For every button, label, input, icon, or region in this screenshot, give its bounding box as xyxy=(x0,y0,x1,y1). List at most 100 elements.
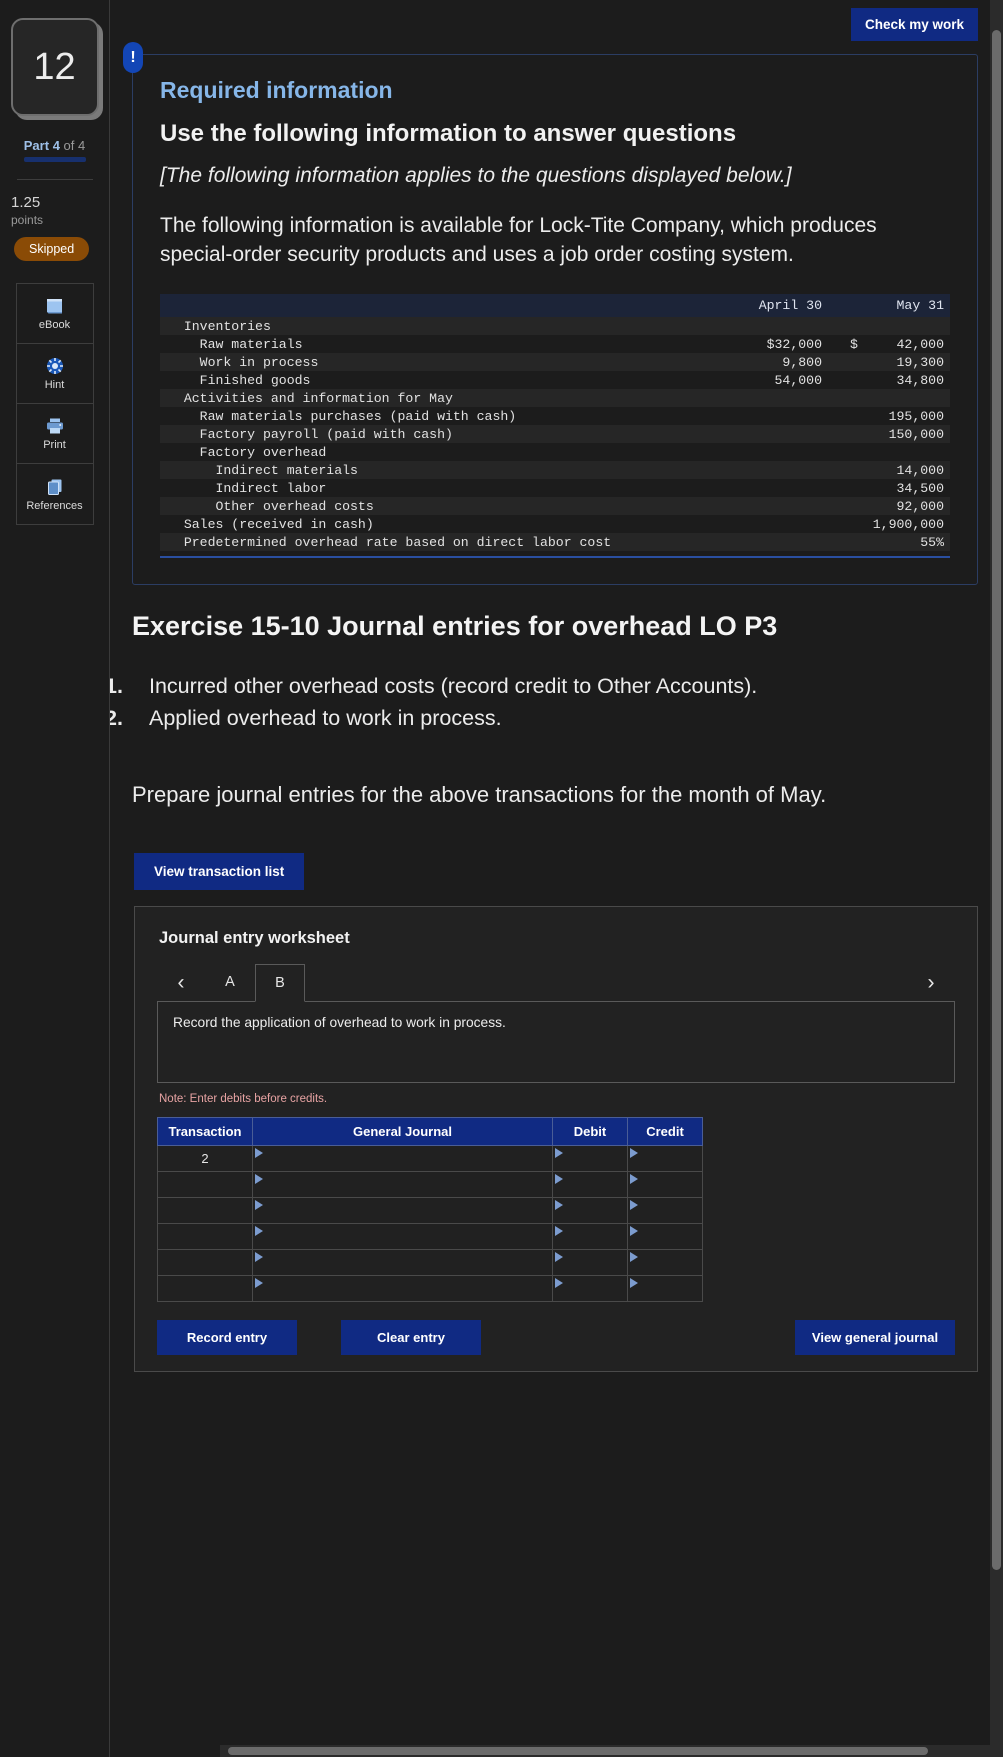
horizontal-scrollbar[interactable] xyxy=(220,1745,990,1757)
ebook-icon xyxy=(45,296,65,316)
financial-row-may-currency xyxy=(844,371,866,389)
financial-table-header-row: April 30 May 31 xyxy=(160,294,950,318)
journal-cell-transaction[interactable] xyxy=(157,1222,253,1250)
journal-cell-debit[interactable] xyxy=(552,1170,628,1198)
sidebar-item-hint[interactable]: Hint xyxy=(16,344,93,404)
journal-cell-debit[interactable] xyxy=(552,1144,628,1172)
view-general-journal-button[interactable]: View general journal xyxy=(795,1319,955,1355)
financial-table-row: Raw materials $32,000 $42,000 xyxy=(160,335,950,353)
vertical-scrollbar[interactable] xyxy=(990,0,1003,1757)
view-transaction-list-button[interactable]: View transaction list xyxy=(134,852,305,890)
financial-row-label: Finished goods xyxy=(168,372,311,388)
journal-cell-general-journal[interactable] xyxy=(252,1144,553,1172)
sidebar-item-references[interactable]: References xyxy=(17,464,93,524)
financial-row-april-currency xyxy=(722,389,744,408)
worksheet-tab-b[interactable]: B xyxy=(255,963,305,1002)
journal-cell-debit[interactable] xyxy=(552,1274,628,1302)
check-my-work-bar: Check my work xyxy=(110,0,1003,41)
financial-row-may-currency xyxy=(844,533,866,552)
financial-row-april-currency xyxy=(722,335,744,353)
journal-cell-general-journal[interactable] xyxy=(252,1196,553,1224)
financial-table-row: Activities and information for May xyxy=(160,389,950,408)
table-row xyxy=(157,1222,703,1250)
question-number-box: 12 xyxy=(10,18,99,116)
alert-exclamation-icon: ! xyxy=(123,42,143,73)
part-progress-bar xyxy=(23,157,86,162)
journal-cell-credit[interactable] xyxy=(627,1170,703,1198)
journal-header-row: Transaction General Journal Debit Credit xyxy=(157,1116,703,1146)
financial-row-label: Indirect labor xyxy=(168,480,327,496)
journal-col-transaction: Transaction xyxy=(157,1116,253,1146)
exercise-list-text: Incurred other overhead costs (record cr… xyxy=(149,673,758,698)
financial-row-label: Raw materials purchases (paid with cash) xyxy=(168,408,517,424)
financial-row-label: Predetermined overhead rate based on dir… xyxy=(160,533,722,552)
sidebar-item-ebook-label: eBook xyxy=(38,319,71,331)
worksheet-tab-a[interactable]: A xyxy=(205,964,255,1002)
journal-cell-credit[interactable] xyxy=(627,1222,703,1250)
part-prefix: Part xyxy=(23,138,50,153)
horizontal-scrollbar-thumb[interactable] xyxy=(228,1747,928,1755)
financial-row-label: Other overhead costs xyxy=(160,497,722,516)
journal-table-body: 2 xyxy=(157,1144,703,1302)
financial-table-row: Other overhead costs 92,000 xyxy=(160,497,950,516)
financial-row-april-value xyxy=(744,443,828,461)
journal-cell-credit[interactable] xyxy=(627,1144,703,1172)
journal-cell-credit[interactable] xyxy=(627,1196,703,1224)
journal-cell-transaction[interactable] xyxy=(157,1170,253,1198)
financial-row-april-value xyxy=(744,461,828,480)
journal-cell-general-journal[interactable] xyxy=(252,1274,553,1302)
financial-row-april-value xyxy=(744,479,828,497)
journal-col-general-journal: General Journal xyxy=(252,1116,553,1146)
sidebar-item-print[interactable]: Print xyxy=(16,404,93,464)
vertical-scrollbar-thumb[interactable] xyxy=(992,30,1001,1570)
worksheet-prev-arrow-icon[interactable]: ‹ xyxy=(157,964,205,1002)
worksheet-button-row: Record entry Clear entry View general jo… xyxy=(157,1319,955,1355)
financial-row-may-value xyxy=(866,389,950,408)
journal-cell-transaction[interactable] xyxy=(157,1274,253,1302)
journal-cell-transaction[interactable]: 2 xyxy=(157,1144,253,1172)
financial-row-label: Activities and information for May xyxy=(160,389,722,408)
financial-table-row: Factory overhead xyxy=(160,443,950,461)
record-entry-button[interactable]: Record entry xyxy=(157,1319,297,1355)
sidebar-item-ebook[interactable]: eBook xyxy=(16,284,93,344)
financial-table-row: Predetermined overhead rate based on dir… xyxy=(160,533,950,552)
required-information-italic-note: [The following information applies to th… xyxy=(160,163,792,187)
journal-cell-credit[interactable] xyxy=(627,1248,703,1276)
clear-entry-button[interactable]: Clear entry xyxy=(341,1319,481,1355)
journal-cell-general-journal[interactable] xyxy=(252,1222,553,1250)
journal-cell-general-journal[interactable] xyxy=(252,1170,553,1198)
journal-cell-debit[interactable] xyxy=(552,1248,628,1276)
financial-row-may-value: 34,800 xyxy=(896,372,944,388)
journal-cell-debit[interactable] xyxy=(552,1222,628,1250)
journal-entry-worksheet: Journal entry worksheet ‹ A B › Record t… xyxy=(134,905,978,1372)
journal-cell-transaction[interactable] xyxy=(157,1248,253,1276)
financial-row-may-currency xyxy=(844,461,866,480)
part-current: 4 xyxy=(52,138,60,153)
financial-row-april-currency xyxy=(722,461,744,480)
journal-cell-credit[interactable] xyxy=(627,1274,703,1302)
hint-icon xyxy=(45,356,65,376)
financial-row-may-value: 150,000 xyxy=(866,425,950,444)
financial-row-april-currency xyxy=(722,317,744,336)
exercise-title: Exercise 15-10 Journal entries for overh… xyxy=(132,611,778,642)
cell-corner-caret-icon xyxy=(555,1277,563,1288)
exercise-instruction: Prepare journal entries for the above tr… xyxy=(132,781,827,807)
sidebar-item-hint-label: Hint xyxy=(44,379,65,391)
worksheet-next-arrow-icon[interactable]: › xyxy=(907,964,955,1002)
check-my-work-button[interactable]: Check my work xyxy=(850,8,978,41)
journal-cell-transaction[interactable] xyxy=(157,1196,253,1224)
journal-col-debit: Debit xyxy=(552,1116,628,1146)
financial-row-april-value: 9,800 xyxy=(744,353,828,372)
journal-cell-debit[interactable] xyxy=(552,1196,628,1224)
journal-cell-general-journal[interactable] xyxy=(252,1248,553,1276)
financial-row-may-value: 55% xyxy=(866,533,950,552)
cell-corner-caret-icon xyxy=(555,1199,563,1210)
financial-row-april-value xyxy=(744,389,828,408)
cell-corner-caret-icon xyxy=(255,1147,263,1158)
financial-row-april-currency xyxy=(722,407,744,425)
main-content: Check my work ! Required information Use… xyxy=(110,0,1003,1757)
required-information-body: The following information is available f… xyxy=(160,214,877,267)
financial-table-row: Finished goods 54,000 34,800 xyxy=(160,371,950,389)
required-information-heading: Use the following information to answer … xyxy=(160,120,737,147)
financial-row-april-currency xyxy=(722,497,744,516)
